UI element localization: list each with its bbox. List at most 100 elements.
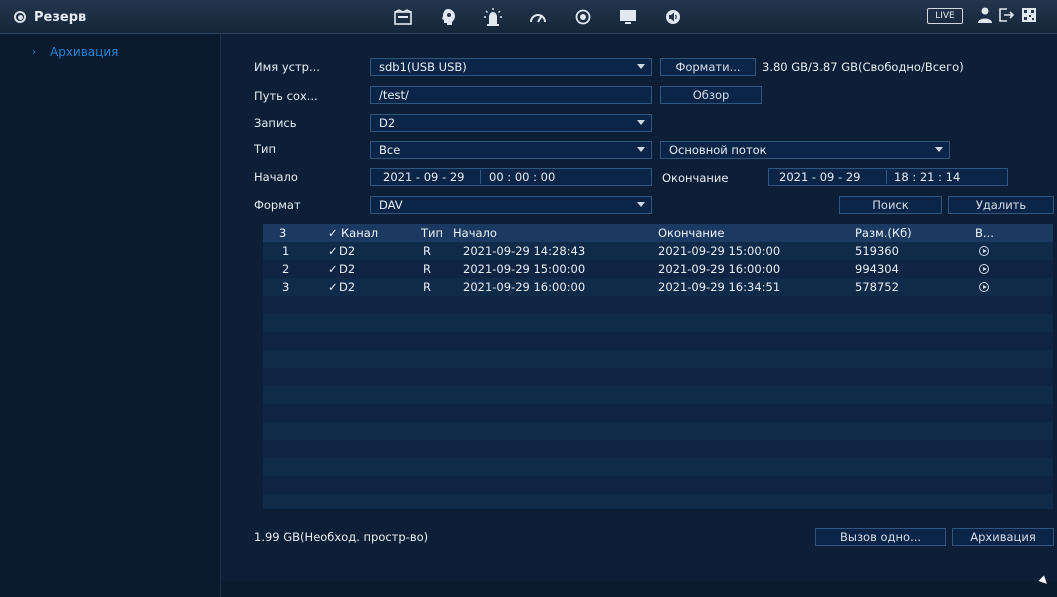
- stream-select[interactable]: Основной поток: [660, 141, 950, 159]
- chevron-down-icon: [935, 147, 943, 152]
- format-select[interactable]: DAV: [370, 196, 652, 214]
- audio-icon[interactable]: [650, 6, 695, 28]
- empty-row: [263, 476, 1053, 494]
- path-input[interactable]: /test/: [370, 86, 652, 104]
- search-button[interactable]: Поиск: [839, 196, 942, 214]
- page-title: Резерв: [34, 9, 87, 25]
- row-number: 2: [282, 262, 290, 276]
- row-number: 1: [282, 244, 290, 258]
- row-start: 2021-09-29 14:28:43: [463, 244, 586, 258]
- empty-row: [263, 458, 1053, 476]
- path-label: Путь сох...: [254, 89, 318, 103]
- row-play-button[interactable]: [979, 260, 989, 278]
- eject-button[interactable]: Вызов одно...: [815, 528, 946, 546]
- device-select[interactable]: sdb1(USB USB): [370, 58, 652, 76]
- format-button[interactable]: Формати...: [660, 58, 756, 76]
- user-icon[interactable]: [978, 7, 992, 27]
- monitor-icon[interactable]: [605, 6, 650, 28]
- face-icon[interactable]: [425, 6, 470, 28]
- sidebar-item-archive[interactable]: › Архивация: [0, 42, 220, 62]
- header-channel-checkbox[interactable]: ✓: [328, 224, 338, 242]
- end-label: Окончание: [662, 171, 729, 185]
- row-play-button[interactable]: [979, 278, 989, 296]
- header-count: 3: [279, 226, 287, 240]
- gauge-icon[interactable]: [515, 6, 560, 28]
- row-size: 994304: [855, 262, 899, 276]
- record-icon[interactable]: [560, 6, 605, 28]
- row-type: R: [423, 280, 431, 294]
- sidebar-item-label: Архивация: [50, 45, 119, 59]
- main-panel: Имя устр... sdb1(USB USB) Формати... 3.8…: [221, 34, 1057, 597]
- type-select[interactable]: Все: [370, 141, 652, 159]
- row-type: R: [423, 262, 431, 276]
- backup-file-table: 3 ✓ Канал Тип Начало Окончание Разм.(Кб)…: [263, 224, 1053, 509]
- empty-row: [263, 332, 1053, 350]
- end-date[interactable]: 2021 - 09 - 29: [779, 169, 860, 185]
- top-left: Резерв: [14, 6, 86, 28]
- row-channel: D2: [339, 244, 356, 258]
- row-start: 2021-09-29 16:00:00: [463, 280, 586, 294]
- table-row[interactable]: 1 ✓ D2 R 2021-09-29 14:28:43 2021-09-29 …: [263, 242, 1053, 260]
- chevron-down-icon: [637, 202, 645, 207]
- alarm-icon[interactable]: [470, 6, 515, 28]
- sidebar: › Архивация: [0, 34, 221, 597]
- header-type: Тип: [421, 226, 444, 240]
- table-row[interactable]: 2 ✓ D2 R 2021-09-29 15:00:00 2021-09-29 …: [263, 260, 1053, 278]
- backup-button[interactable]: Архивация: [952, 528, 1054, 546]
- start-time[interactable]: 00 : 00 : 00: [489, 169, 555, 185]
- play-icon: [979, 264, 989, 274]
- row-checkbox[interactable]: ✓: [328, 278, 338, 296]
- end-datetime[interactable]: 2021 - 09 - 29 18 : 21 : 14: [768, 168, 1008, 186]
- row-end: 2021-09-29 16:34:51: [658, 280, 781, 294]
- format-value: DAV: [379, 198, 403, 212]
- start-date[interactable]: 2021 - 09 - 29: [383, 169, 464, 185]
- row-play-button[interactable]: [979, 242, 989, 260]
- row-type: R: [423, 244, 431, 258]
- capacity-text: 3.80 GB/3.87 GB(Свободно/Всего): [762, 60, 964, 74]
- play-icon: [979, 246, 989, 256]
- empty-row: [263, 350, 1053, 368]
- empty-row: [263, 494, 1053, 509]
- end-time[interactable]: 18 : 21 : 14: [894, 169, 960, 185]
- logout-icon[interactable]: [998, 7, 1016, 27]
- empty-row: [263, 368, 1053, 386]
- start-label: Начало: [254, 170, 298, 184]
- header-channel: Канал: [341, 226, 379, 240]
- chevron-down-icon: [637, 147, 645, 152]
- empty-row: [263, 404, 1053, 422]
- type-value: Все: [379, 143, 401, 157]
- row-start: 2021-09-29 15:00:00: [463, 262, 586, 276]
- top-right-icons: [978, 6, 1036, 28]
- start-datetime[interactable]: 2021 - 09 - 29 00 : 00 : 00: [370, 168, 652, 186]
- qr-code-icon[interactable]: [1022, 8, 1036, 26]
- table-header: 3 ✓ Канал Тип Начало Окончание Разм.(Кб)…: [263, 224, 1053, 242]
- delete-button[interactable]: Удалить: [948, 196, 1054, 214]
- record-select[interactable]: D2: [370, 114, 652, 132]
- record-label: Запись: [254, 116, 297, 130]
- required-space-text: 1.99 GB(Необход. простр-во): [254, 530, 429, 544]
- stream-value: Основной поток: [669, 143, 767, 157]
- row-size: 578752: [855, 280, 899, 294]
- record-value: D2: [379, 116, 396, 130]
- browse-button[interactable]: Обзор: [660, 86, 762, 104]
- divider: [886, 170, 887, 184]
- header-start: Начало: [453, 226, 497, 240]
- row-checkbox[interactable]: ✓: [328, 260, 338, 278]
- row-channel: D2: [339, 280, 356, 294]
- row-channel: D2: [339, 262, 356, 276]
- backup-mode-icon[interactable]: [14, 11, 26, 23]
- chevron-down-icon: [637, 120, 645, 125]
- play-icon: [979, 282, 989, 292]
- empty-row: [263, 422, 1053, 440]
- top-icon-bar: [380, 6, 695, 28]
- storage-icon[interactable]: [380, 6, 425, 28]
- table-row[interactable]: 3 ✓ D2 R 2021-09-29 16:00:00 2021-09-29 …: [263, 278, 1053, 296]
- header-play: В...: [975, 226, 994, 240]
- row-number: 3: [282, 280, 290, 294]
- live-view-button[interactable]: LIVE: [927, 8, 963, 24]
- type-label: Тип: [254, 142, 277, 156]
- row-checkbox[interactable]: ✓: [328, 242, 338, 260]
- chevron-right-icon: ›: [32, 46, 36, 58]
- header-size: Разм.(Кб): [855, 226, 912, 240]
- top-bar: Резерв LIVE: [0, 0, 1057, 34]
